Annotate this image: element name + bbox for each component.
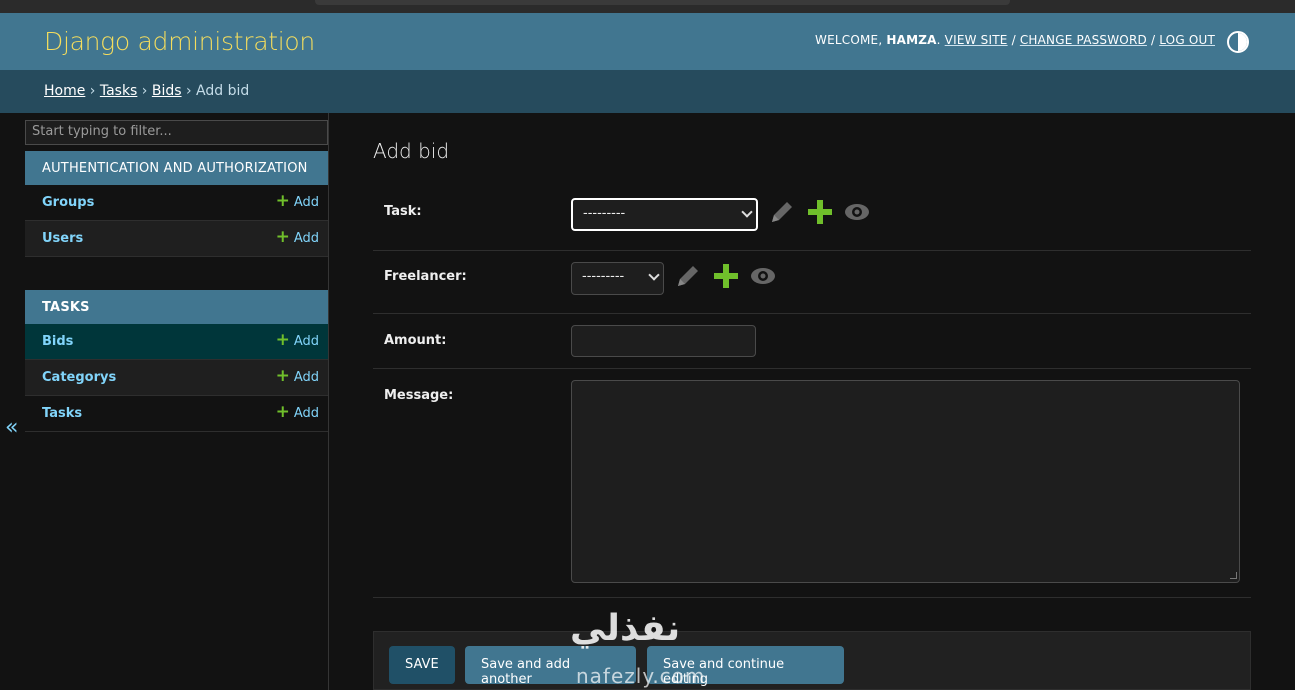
message-label: Message: bbox=[384, 388, 454, 403]
module-auth-caption[interactable]: Authentication and Authorization bbox=[25, 151, 328, 185]
browser-address-bar bbox=[315, 0, 1010, 5]
task-select[interactable]: --------- bbox=[571, 198, 758, 231]
view-site-link[interactable]: View site bbox=[945, 33, 1008, 47]
add-groups-button[interactable]: + Add bbox=[276, 193, 319, 211]
add-users-button[interactable]: + Add bbox=[276, 229, 319, 247]
task-label: Task: bbox=[384, 204, 422, 219]
plus-icon: + bbox=[275, 191, 290, 211]
watermark-text: nafezly.com bbox=[576, 664, 706, 688]
site-branding[interactable]: Django administration bbox=[44, 27, 315, 56]
amount-input[interactable] bbox=[571, 325, 756, 357]
page-title: Add bid bbox=[373, 139, 450, 163]
header: Django administration Welcome, hamza. Vi… bbox=[0, 13, 1295, 70]
sidebar-item-categorys: Categorys + Add bbox=[25, 360, 328, 396]
username: hamza bbox=[886, 33, 937, 47]
module-tasks-caption[interactable]: Tasks bbox=[25, 290, 328, 324]
sidebar-item-tasks: Tasks + Add bbox=[25, 396, 328, 432]
form-row-freelancer: Freelancer: bbox=[373, 251, 1251, 314]
sidebar-item-label[interactable]: Groups bbox=[42, 195, 94, 210]
theme-toggle-icon[interactable] bbox=[1227, 31, 1249, 53]
change-password-link[interactable]: Change password bbox=[1020, 33, 1147, 47]
breadcrumb-tasks[interactable]: Tasks bbox=[100, 83, 138, 99]
plus-icon[interactable] bbox=[712, 262, 740, 290]
breadcrumb-current: Add bid bbox=[196, 83, 250, 99]
sidebar-item-bids: Bids + Add bbox=[25, 324, 328, 360]
submit-row: SAVE Save and add another Save and conti… bbox=[373, 631, 1251, 690]
save-button[interactable]: SAVE bbox=[389, 646, 455, 684]
eye-icon[interactable] bbox=[843, 199, 871, 225]
amount-label: Amount: bbox=[384, 333, 447, 348]
plus-icon: + bbox=[275, 330, 290, 350]
freelancer-select[interactable]: --------- bbox=[571, 262, 664, 295]
logout-link[interactable]: Log out bbox=[1159, 33, 1215, 47]
collapse-sidebar-button[interactable]: « bbox=[5, 415, 18, 440]
message-textarea[interactable] bbox=[571, 380, 1240, 583]
browser-top-strip bbox=[0, 0, 1295, 13]
sidebar-item-groups: Groups + Add bbox=[25, 185, 328, 221]
welcome-text: Welcome, bbox=[815, 33, 883, 47]
add-tasks-button[interactable]: + Add bbox=[276, 404, 319, 422]
plus-icon[interactable] bbox=[806, 198, 834, 226]
plus-icon: + bbox=[275, 227, 290, 247]
sidebar-item-label[interactable]: Bids bbox=[42, 334, 73, 349]
user-tools: Welcome, hamza. View site / Change passw… bbox=[815, 33, 1215, 47]
nav-sidebar: Start typing to filter... Authentication… bbox=[24, 113, 329, 690]
add-bids-button[interactable]: + Add bbox=[276, 332, 319, 350]
sidebar-item-label[interactable]: Tasks bbox=[42, 406, 82, 421]
sidebar-item-label[interactable]: Users bbox=[42, 231, 83, 246]
sidebar-item-users: Users + Add bbox=[25, 221, 328, 257]
plus-icon: + bbox=[275, 366, 290, 386]
pencil-icon[interactable] bbox=[674, 262, 702, 290]
breadcrumb-home[interactable]: Home bbox=[44, 83, 85, 99]
breadcrumb: Home › Tasks › Bids › Add bid bbox=[0, 70, 1295, 113]
eye-icon[interactable] bbox=[749, 263, 777, 289]
watermark-logo: نفذلي bbox=[570, 608, 681, 649]
pencil-icon[interactable] bbox=[768, 198, 796, 226]
add-categorys-button[interactable]: + Add bbox=[276, 368, 319, 386]
plus-icon: + bbox=[275, 402, 290, 422]
breadcrumb-bids[interactable]: Bids bbox=[152, 83, 182, 99]
freelancer-label: Freelancer: bbox=[384, 269, 467, 284]
form-row-amount: Amount: bbox=[373, 314, 1251, 369]
nav-filter-input[interactable]: Start typing to filter... bbox=[25, 120, 328, 145]
textarea-resize-handle[interactable] bbox=[1230, 572, 1237, 579]
sidebar-item-label[interactable]: Categorys bbox=[42, 370, 116, 385]
